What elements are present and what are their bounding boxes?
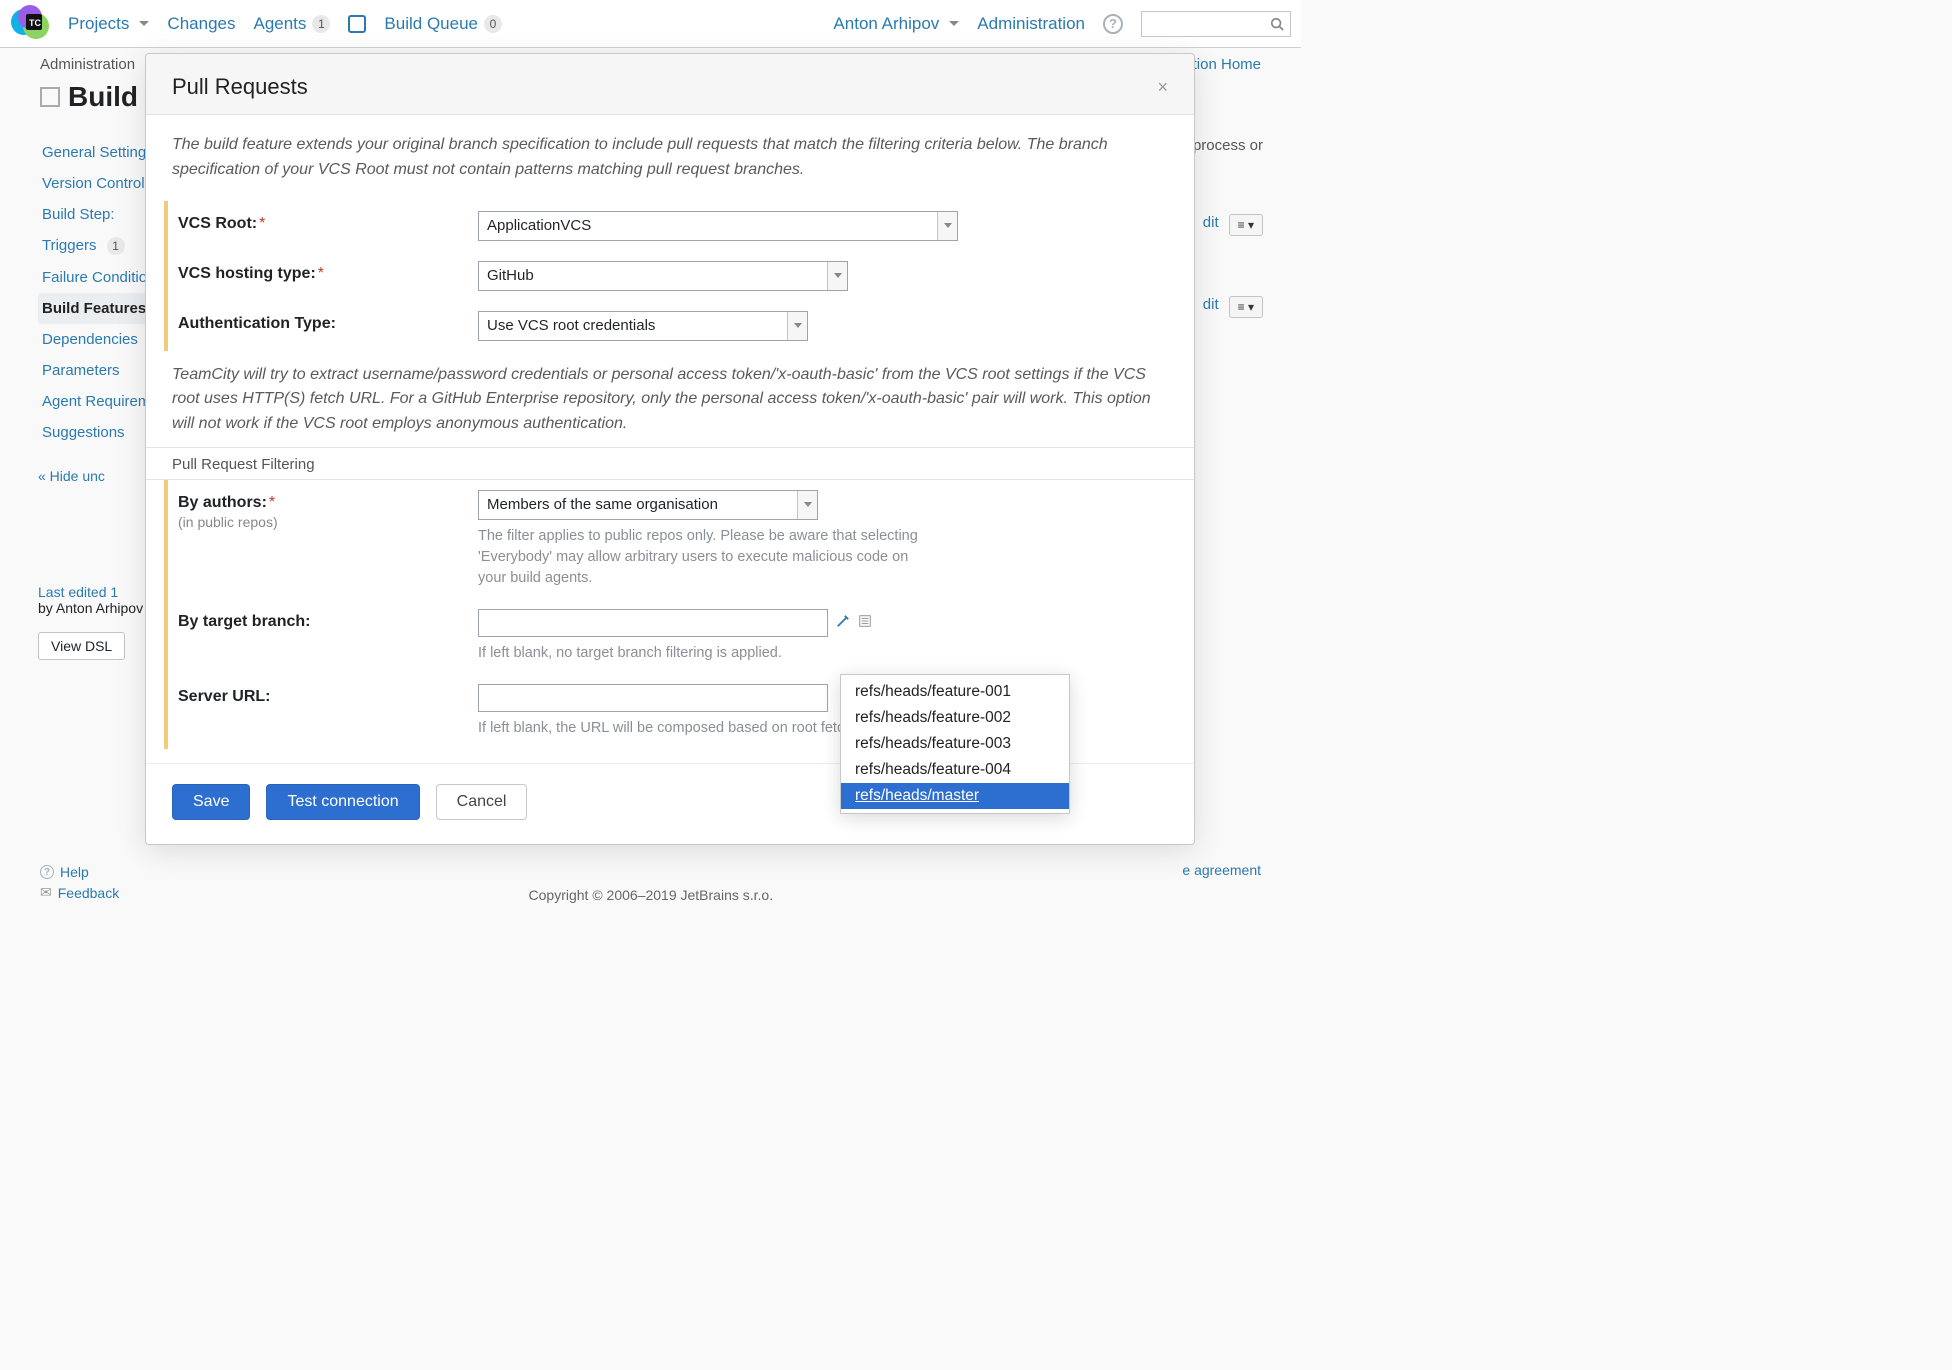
close-icon[interactable]: × bbox=[1157, 77, 1168, 98]
breadcrumb-left[interactable]: Administration bbox=[40, 56, 135, 73]
by-authors-select[interactable]: Members of the same organisation bbox=[478, 490, 818, 520]
branch-option[interactable]: refs/heads/feature-002 bbox=[841, 705, 1069, 731]
footer-agreement-link[interactable]: e agreement bbox=[1182, 862, 1261, 878]
server-url-input[interactable] bbox=[478, 684, 828, 712]
row-options-button[interactable]: ≡ ▾ bbox=[1229, 296, 1263, 318]
top-nav: TC Projects Changes Agents 1 Build Queue… bbox=[0, 0, 1301, 48]
nav-user-label: Anton Arhipov bbox=[833, 14, 939, 34]
branch-option[interactable]: refs/heads/feature-003 bbox=[841, 731, 1069, 757]
by-authors-value: Members of the same organisation bbox=[487, 496, 718, 513]
svg-text:TC: TC bbox=[29, 18, 41, 28]
server-url-label: Server URL: bbox=[178, 684, 478, 706]
chevron-down-icon bbox=[804, 502, 812, 507]
chevron-down-icon bbox=[794, 323, 802, 328]
vcs-root-value: ApplicationVCS bbox=[487, 217, 591, 234]
footer: ? Help ✉ Feedback Copyright © 2006–2019 … bbox=[40, 862, 1261, 903]
footer-feedback-link[interactable]: Feedback bbox=[58, 885, 119, 901]
target-branch-help: If left blank, no target branch filterin… bbox=[478, 643, 938, 664]
test-connection-button[interactable]: Test connection bbox=[266, 784, 419, 820]
chevron-down-icon bbox=[139, 21, 149, 26]
page-title-text: Build bbox=[68, 81, 138, 113]
help-icon[interactable]: ? bbox=[1103, 14, 1123, 34]
list-icon[interactable] bbox=[858, 614, 872, 632]
nav-administration[interactable]: Administration bbox=[977, 14, 1085, 34]
queue-count-badge: 0 bbox=[484, 15, 502, 33]
nav-agents-label: Agents bbox=[253, 14, 306, 34]
branch-option[interactable]: refs/heads/feature-001 bbox=[841, 679, 1069, 705]
chevron-down-icon bbox=[834, 273, 842, 278]
teamcity-logo: TC bbox=[10, 4, 50, 44]
auth-type-value: Use VCS root credentials bbox=[487, 317, 655, 334]
auth-type-select[interactable]: Use VCS root credentials bbox=[478, 311, 808, 341]
sidebar-triggers-label: Triggers bbox=[42, 237, 96, 254]
nav-square-icon[interactable] bbox=[348, 15, 366, 33]
agents-count-badge: 1 bbox=[312, 15, 330, 33]
by-authors-sublabel: (in public repos) bbox=[178, 514, 478, 530]
cancel-button[interactable]: Cancel bbox=[436, 784, 528, 820]
top-nav-right: Anton Arhipov Administration ? bbox=[833, 11, 1291, 37]
form-section-vcs: VCS Root:* ApplicationVCS VCS hosting ty… bbox=[164, 201, 1168, 351]
nav-build-queue-label: Build Queue bbox=[384, 14, 478, 34]
branch-suggestions-popup: refs/heads/feature-001 refs/heads/featur… bbox=[840, 674, 1070, 814]
view-dsl-button[interactable]: View DSL bbox=[38, 632, 125, 660]
auth-note: TeamCity will try to extract username/pa… bbox=[164, 363, 1168, 437]
branch-option[interactable]: refs/heads/feature-004 bbox=[841, 757, 1069, 783]
nav-user[interactable]: Anton Arhipov bbox=[833, 14, 959, 34]
mail-icon: ✉ bbox=[40, 884, 52, 901]
by-authors-help: The filter applies to public repos only.… bbox=[478, 526, 938, 589]
search-icon bbox=[1270, 17, 1284, 31]
last-edited-ts: Last edited 1 bbox=[38, 584, 118, 600]
by-authors-label: By authors:* (in public repos) bbox=[178, 490, 478, 530]
nav-projects[interactable]: Projects bbox=[68, 14, 149, 34]
row-options-button[interactable]: ≡ ▾ bbox=[1229, 214, 1263, 236]
hosting-type-label: VCS hosting type:* bbox=[178, 261, 478, 283]
wand-icon[interactable] bbox=[836, 614, 850, 632]
edit-link[interactable]: dit bbox=[1203, 296, 1219, 318]
edit-link[interactable]: dit bbox=[1203, 214, 1219, 236]
project-icon bbox=[40, 87, 60, 107]
filter-section-header: Pull Request Filtering bbox=[146, 447, 1194, 480]
search-input[interactable] bbox=[1141, 11, 1291, 37]
chevron-down-icon bbox=[949, 21, 959, 26]
chevron-down-icon bbox=[944, 223, 952, 228]
footer-copyright: Copyright © 2006–2019 JetBrains s.r.o. bbox=[529, 887, 774, 903]
auth-type-label: Authentication Type: bbox=[178, 311, 478, 333]
target-branch-label: By target branch: bbox=[178, 609, 478, 631]
dialog-description: The build feature extends your original … bbox=[164, 133, 1168, 183]
vcs-root-select[interactable]: ApplicationVCS bbox=[478, 211, 958, 241]
vcs-root-label: VCS Root:* bbox=[178, 211, 478, 233]
nav-agents[interactable]: Agents 1 bbox=[253, 14, 330, 34]
nav-projects-label: Projects bbox=[68, 14, 129, 34]
dialog-header: Pull Requests × bbox=[146, 54, 1194, 115]
triggers-count-badge: 1 bbox=[107, 237, 125, 255]
help-icon: ? bbox=[40, 865, 54, 879]
target-branch-input[interactable] bbox=[478, 609, 828, 637]
save-button[interactable]: Save bbox=[172, 784, 250, 820]
nav-build-queue[interactable]: Build Queue 0 bbox=[384, 14, 502, 34]
branch-option-selected[interactable]: refs/heads/master bbox=[841, 783, 1069, 809]
hosting-type-select[interactable]: GitHub bbox=[478, 261, 848, 291]
footer-help-link[interactable]: Help bbox=[60, 864, 89, 880]
hosting-type-value: GitHub bbox=[487, 267, 534, 284]
dialog-title: Pull Requests bbox=[172, 74, 308, 100]
nav-changes[interactable]: Changes bbox=[167, 14, 235, 34]
